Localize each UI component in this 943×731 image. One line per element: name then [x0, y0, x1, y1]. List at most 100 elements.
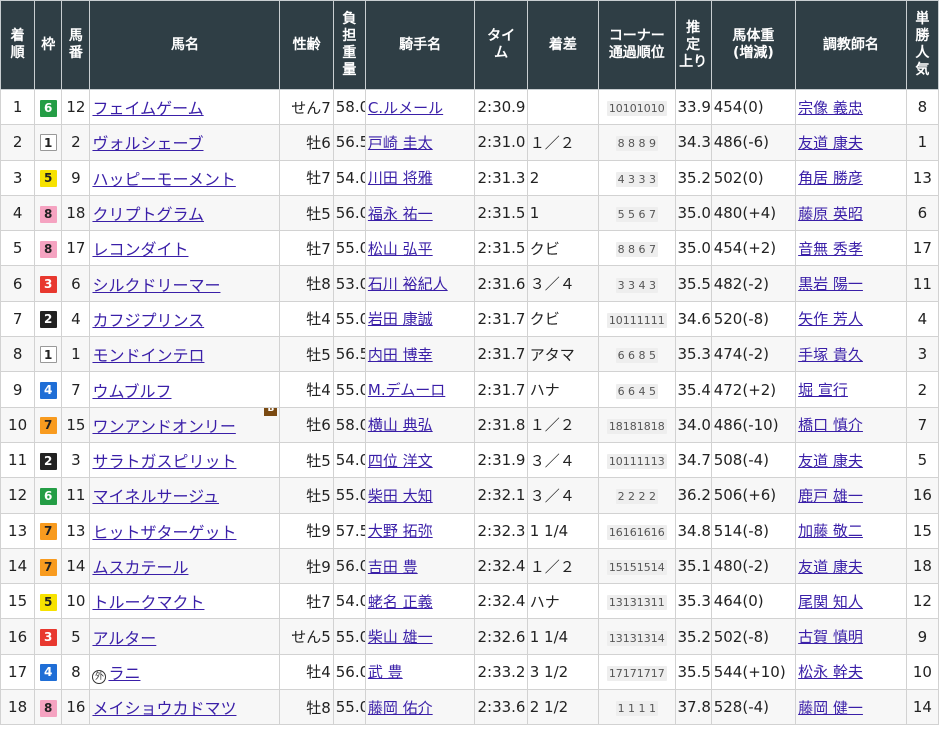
jockey-link[interactable]: 松山 弘平: [368, 240, 433, 258]
trainer-link[interactable]: 橋口 慎介: [798, 416, 863, 434]
horse-name-link[interactable]: ウムブルフ: [92, 382, 171, 401]
race-time-value: 2:31.9: [477, 451, 526, 470]
trainer-link[interactable]: 音無 秀孝: [798, 240, 863, 258]
jockey-link[interactable]: 藤岡 佑介: [368, 699, 433, 717]
jockey-link[interactable]: 柴田 大知: [368, 487, 433, 505]
trainer-link[interactable]: 宗像 義忠: [798, 99, 863, 117]
horse-name-link[interactable]: ラニ: [108, 664, 140, 683]
jockey-link[interactable]: 石川 裕紀人: [368, 275, 448, 293]
weight-carried-value: 54.0: [335, 451, 365, 470]
jockey-link[interactable]: 川田 将雅: [368, 169, 433, 187]
jockey-link[interactable]: C.ルメール: [368, 99, 443, 117]
horse-name-link[interactable]: モンドインテロ: [92, 346, 204, 365]
horse-name-link[interactable]: ハッピーモーメント: [92, 170, 235, 189]
horse-name-link[interactable]: ムスカテール: [92, 558, 188, 577]
horse-name-cell: マイネルサージュ: [89, 477, 281, 514]
jockey-link[interactable]: 武 豊: [368, 663, 403, 681]
time-cell: 2:31.5: [474, 194, 528, 232]
rank-value: 12: [8, 486, 28, 505]
horse-name-link[interactable]: フェイムゲーム: [92, 99, 203, 118]
corner-cell: 18181818: [598, 406, 676, 443]
corner-positions-value: 10111113: [606, 454, 667, 470]
trainer-link[interactable]: 藤岡 健一: [798, 699, 863, 717]
horse-name-link[interactable]: ヴォルシェーブ: [92, 134, 203, 153]
body-weight-value: 472: [713, 380, 743, 399]
trainer-cell: 古賀 慎明: [795, 618, 907, 655]
table-row: 359 ハッピーモーメント 牡754.0川田 将雅 2:31.32 4 3 3 3 35.…: [0, 159, 940, 196]
jockey-link[interactable]: 吉田 豊: [368, 558, 418, 576]
popularity-value: 5: [917, 451, 928, 470]
jockey-link[interactable]: M.デムーロ: [368, 381, 445, 399]
jockey-link[interactable]: 岩田 康誠: [368, 310, 433, 328]
trainer-link[interactable]: 矢作 芳人: [798, 310, 863, 328]
trainer-link[interactable]: 松永 幹夫: [798, 663, 863, 681]
jockey-link[interactable]: 内田 博幸: [368, 346, 433, 364]
horse-name-link[interactable]: クリプトグラム: [92, 205, 204, 224]
trainer-link[interactable]: 藤原 英昭: [798, 205, 863, 223]
table-row: 11 23 サラトガスピリット 牡554.0四位 洋文 2:31.9３／４ 1011111…: [0, 441, 940, 479]
jockey-link[interactable]: 柴山 雄一: [368, 628, 433, 646]
popularity-cell: 17: [905, 230, 940, 267]
body-weight-cell: 454(0): [710, 88, 797, 126]
sex-age-value: 牡5: [306, 345, 331, 364]
jockey-link[interactable]: 大野 拓弥: [368, 522, 433, 540]
number-cell: 14: [61, 547, 91, 585]
horse-name-link[interactable]: レコンダイト: [92, 240, 188, 259]
trainer-link[interactable]: 友道 康夫: [798, 558, 863, 576]
frame-badge: 8: [39, 240, 57, 258]
sex-age-value: 牡4: [306, 310, 331, 329]
horse-name-cell: アルター: [89, 618, 281, 655]
jockey-link[interactable]: 戸崎 圭太: [368, 134, 433, 152]
body-weight-value: 486: [713, 415, 743, 434]
sex-age-cell: 牡4: [279, 300, 334, 338]
jockey-link[interactable]: 福永 祐一: [368, 205, 433, 223]
horse-name-link[interactable]: サラトガスピリット: [92, 452, 236, 471]
trainer-link[interactable]: 鹿戸 雄一: [798, 487, 863, 505]
rank-cell: 5: [0, 230, 36, 267]
trainer-link[interactable]: 角居 勝彦: [798, 169, 863, 187]
frame-badge: 3: [39, 629, 57, 647]
corner-cell: 10111113: [598, 441, 676, 479]
last-3f-value: 35.2: [677, 168, 711, 187]
time-cell: 2:32.3: [474, 512, 528, 549]
race-time-value: 2:30.9: [477, 98, 526, 117]
body-weight-cell: 482(-2): [710, 265, 797, 302]
trainer-link[interactable]: 尾関 知人: [798, 593, 863, 611]
jockey-link[interactable]: 横山 典弘: [368, 416, 433, 434]
horse-name-link[interactable]: アルター: [92, 629, 156, 648]
jockey-link[interactable]: 四位 洋文: [368, 452, 433, 470]
last-3f-cell: 35.2: [674, 159, 712, 196]
horse-name-link[interactable]: メイショウカドマツ: [92, 699, 236, 718]
margin-cell: クビ: [526, 300, 600, 338]
trainer-link[interactable]: 黒岩 陽一: [798, 275, 863, 293]
trainer-link[interactable]: 手塚 貴久: [798, 346, 863, 364]
trainer-link[interactable]: 加藤 敬二: [798, 522, 863, 540]
frame-badge: 4: [39, 382, 57, 400]
jockey-link[interactable]: 蛯名 正義: [368, 593, 433, 611]
weight-carried-value: 56.5: [335, 345, 365, 364]
horse-name-link[interactable]: シルクドリーマー: [92, 276, 220, 295]
frame-cell: 2: [34, 441, 63, 479]
horse-name-link[interactable]: トルークマクト: [92, 593, 204, 612]
number-cell: 9: [61, 159, 91, 196]
last-3f-cell: 35.0: [674, 194, 712, 232]
header-last-3f: 推 定 上り: [674, 0, 712, 90]
horse-name-link[interactable]: マイネルサージュ: [92, 487, 219, 506]
sex-age-value: 牡5: [306, 486, 331, 505]
trainer-link[interactable]: 友道 康夫: [798, 452, 863, 470]
body-weight-cell: 520(-8): [710, 300, 797, 338]
last-3f-value: 34.0: [677, 415, 711, 434]
frame-cell: 7: [34, 547, 63, 585]
rank-cell: 3: [0, 159, 36, 196]
weight-change-value: (-8): [742, 627, 770, 646]
trainer-link[interactable]: 古賀 慎明: [798, 628, 863, 646]
last-3f-value: 35.4: [677, 380, 711, 399]
rank-value: 8: [12, 345, 23, 364]
sex-age-cell: 牡9: [279, 547, 334, 585]
table-row: 10 7 15 ワンアンドオンリー B 牡658.0横山 典弘 2:31.8１／２ 18181…: [0, 406, 940, 443]
trainer-link[interactable]: 堀 宣行: [798, 381, 848, 399]
trainer-link[interactable]: 友道 康夫: [798, 134, 863, 152]
horse-name-link[interactable]: ワンアンドオンリー: [92, 417, 235, 436]
horse-name-link[interactable]: カフジプリンス: [92, 311, 204, 330]
horse-name-link[interactable]: ヒットザターゲット: [92, 523, 236, 542]
